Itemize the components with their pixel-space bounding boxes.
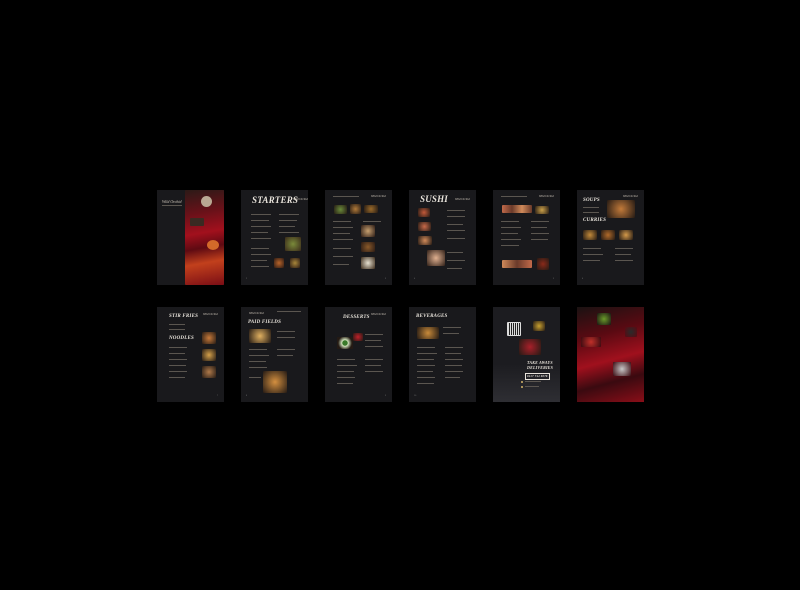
page-title: BEVERAGES — [416, 314, 448, 319]
food-photo — [249, 329, 271, 343]
menu-page-soups-curries: SOUPS Wild Orchid CURRIES 6 — [577, 190, 644, 285]
menu-page-starters-2: Wild Orchid 3 — [325, 190, 392, 285]
menu-page-sushi-2: Wild Orchid 5 — [493, 190, 560, 285]
page-title: STARTERS — [252, 195, 299, 205]
brand-logo: Wild Orchid — [455, 197, 470, 201]
section-title: NOODLES — [169, 336, 195, 341]
food-photo — [607, 200, 635, 218]
food-photo — [337, 337, 353, 349]
food-photo — [202, 332, 216, 344]
page-title: SOUPS — [583, 198, 600, 203]
menu-page-paid-fields: Wild Orchid PAID FIELDS 8 — [241, 307, 308, 402]
brand-logo: Wild Orchid — [162, 199, 182, 204]
menu-page-beverages: BEVERAGES 10 — [409, 307, 476, 402]
brand-logo: Wild Orchid — [249, 311, 264, 315]
food-photo — [418, 208, 430, 217]
menu-page-cover: Wild Orchid — [157, 190, 224, 285]
phone-number: 0417 744 9078 — [525, 373, 550, 380]
brand-logo: Wild Orchid — [623, 194, 638, 198]
brand-logo: Wild Orchid — [539, 194, 554, 198]
brand-logo: Wild Orchid — [293, 197, 308, 201]
deliveries-title: DELIVERIES — [527, 365, 554, 370]
section-title: CURRIES — [583, 218, 607, 223]
brand-logo: Wild Orchid — [371, 312, 386, 316]
food-photo — [417, 327, 439, 339]
page-title: STIR FRIES — [169, 314, 199, 319]
menu-page-desserts: DESSERTS Wild Orchid 9 — [325, 307, 392, 402]
page-title: DESSERTS — [343, 315, 370, 320]
page-title: SUSHI — [420, 194, 449, 204]
menu-page-stir-fries-noodles: Wild Orchid STIR FRIES NOODLES 7 — [157, 307, 224, 402]
menu-page-sushi: SUSHI Wild Orchid 4 — [409, 190, 476, 285]
menu-page-back-cover — [577, 307, 644, 402]
qr-code — [507, 322, 521, 336]
page-title: PAID FIELDS — [248, 320, 282, 325]
food-photo — [502, 205, 532, 213]
food-photo — [597, 313, 611, 325]
food-photo — [334, 205, 347, 214]
brand-logo: Wild Orchid — [203, 312, 218, 316]
menu-page-starters: STARTERS Wild Orchid 2 — [241, 190, 308, 285]
menu-page-take-away: TAKE AWAYS DELIVERIES 0417 744 9078 — [493, 307, 560, 402]
food-photo — [285, 237, 301, 251]
food-photo — [533, 321, 545, 331]
brand-logo: Wild Orchid — [371, 194, 386, 198]
